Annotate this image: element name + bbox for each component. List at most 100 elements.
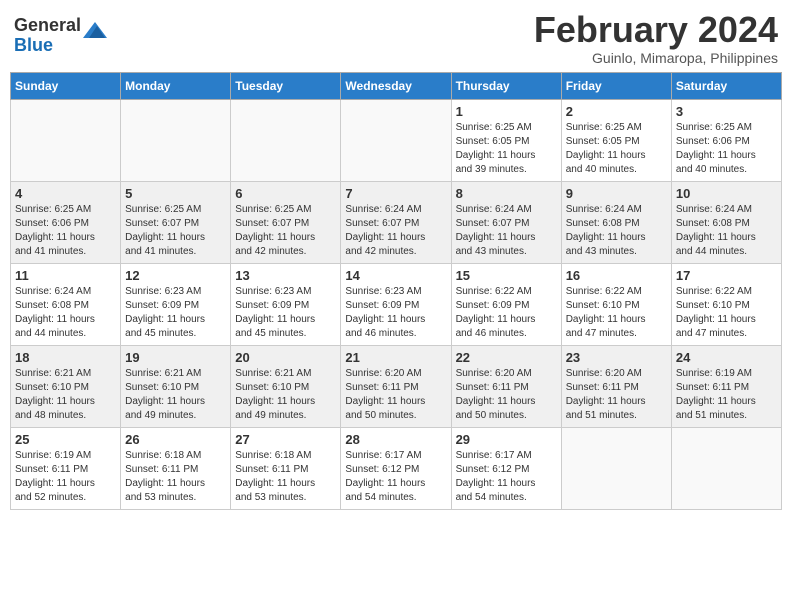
calendar-cell [11, 99, 121, 181]
calendar-cell: 28 Sunrise: 6:17 AMSunset: 6:12 PMDayligh… [341, 427, 451, 509]
day-number: 23 [566, 350, 667, 365]
day-info: Sunrise: 6:25 AMSunset: 6:07 PMDaylight:… [125, 203, 226, 259]
calendar-cell: 3Sunrise: 6:25 AMSunset: 6:06 PMDaylight… [671, 99, 781, 181]
day-info: Sunrise: 6:20 AMSunset: 6:11 PMDaylight:… [456, 367, 557, 423]
calendar-cell: 11 Sunrise: 6:24 AMSunset: 6:08 PMDayligh… [11, 263, 121, 345]
calendar-cell [231, 99, 341, 181]
day-info: Sunrise: 6:25 AMSunset: 6:07 PMDaylight:… [235, 203, 336, 259]
logo-icon [83, 18, 107, 42]
calendar-table: SundayMondayTuesdayWednesdayThursdayFrid… [10, 72, 782, 510]
calendar-title: February 2024 [534, 10, 778, 50]
calendar-subtitle: Guinlo, Mimaropa, Philippines [534, 50, 778, 66]
day-number: 22 [456, 350, 557, 365]
calendar-cell: 23 Sunrise: 6:20 AMSunset: 6:11 PMDayligh… [561, 345, 671, 427]
day-number: 26 [125, 432, 226, 447]
day-number: 21 [345, 350, 446, 365]
calendar-cell: 27 Sunrise: 6:18 AMSunset: 6:11 PMDayligh… [231, 427, 341, 509]
day-number: 16 [566, 268, 667, 283]
col-header-saturday: Saturday [671, 72, 781, 99]
day-number: 7 [345, 186, 446, 201]
calendar-cell: 9Sunrise: 6:24 AMSunset: 6:08 PMDaylight… [561, 181, 671, 263]
header-row: SundayMondayTuesdayWednesdayThursdayFrid… [11, 72, 782, 99]
day-number: 19 [125, 350, 226, 365]
calendar-cell: 20Sunrise: 6:21 AMSunset: 6:10 PMDayligh… [231, 345, 341, 427]
calendar-cell: 14 Sunrise: 6:23 AMSunset: 6:09 PMDayligh… [341, 263, 451, 345]
logo: General Blue [14, 16, 107, 56]
day-info: Sunrise: 6:25 AMSunset: 6:06 PMDaylight:… [676, 121, 777, 177]
calendar-cell: 16Sunrise: 6:22 AMSunset: 6:10 PMDayligh… [561, 263, 671, 345]
calendar-cell: 17Sunrise: 6:22 AMSunset: 6:10 PMDayligh… [671, 263, 781, 345]
day-number: 2 [566, 104, 667, 119]
calendar-row-2: 11 Sunrise: 6:24 AMSunset: 6:08 PMDayligh… [11, 263, 782, 345]
calendar-cell [671, 427, 781, 509]
day-number: 4 [15, 186, 116, 201]
day-info: Sunrise: 6:25 AMSunset: 6:06 PMDaylight:… [15, 203, 116, 259]
calendar-cell: 1 Sunrise: 6:25 AMSunset: 6:05 PMDaylight… [451, 99, 561, 181]
calendar-cell: 25Sunrise: 6:19 AMSunset: 6:11 PMDayligh… [11, 427, 121, 509]
day-number: 14 [345, 268, 446, 283]
calendar-row-0: 1 Sunrise: 6:25 AMSunset: 6:05 PMDaylight… [11, 99, 782, 181]
day-info: Sunrise: 6:24 AMSunset: 6:07 PMDaylight:… [456, 203, 557, 259]
day-number: 13 [235, 268, 336, 283]
day-number: 12 [125, 268, 226, 283]
col-header-friday: Friday [561, 72, 671, 99]
calendar-cell: 13 Sunrise: 6:23 AMSunset: 6:09 PMDayligh… [231, 263, 341, 345]
day-info: Sunrise: 6:17 AMSunset: 6:12 PMDaylight:… [345, 449, 446, 505]
day-info: Sunrise: 6:21 AMSunset: 6:10 PMDaylight:… [15, 367, 116, 423]
calendar-cell: 5 Sunrise: 6:25 AMSunset: 6:07 PMDaylight… [121, 181, 231, 263]
calendar-row-3: 18 Sunrise: 6:21 AMSunset: 6:10 PMDayligh… [11, 345, 782, 427]
day-info: Sunrise: 6:20 AMSunset: 6:11 PMDaylight:… [566, 367, 667, 423]
day-number: 18 [15, 350, 116, 365]
calendar-cell: 6 Sunrise: 6:25 AMSunset: 6:07 PMDaylight… [231, 181, 341, 263]
day-info: Sunrise: 6:18 AMSunset: 6:11 PMDaylight:… [235, 449, 336, 505]
col-header-thursday: Thursday [451, 72, 561, 99]
calendar-cell: 4 Sunrise: 6:25 AMSunset: 6:06 PMDaylight… [11, 181, 121, 263]
day-info: Sunrise: 6:20 AMSunset: 6:11 PMDaylight:… [345, 367, 446, 423]
calendar-cell: 2 Sunrise: 6:25 AMSunset: 6:05 PMDaylight… [561, 99, 671, 181]
day-number: 15 [456, 268, 557, 283]
calendar-cell [561, 427, 671, 509]
day-info: Sunrise: 6:23 AMSunset: 6:09 PMDaylight:… [345, 285, 446, 341]
day-number: 6 [235, 186, 336, 201]
calendar-cell: 26 Sunrise: 6:18 AMSunset: 6:11 PMDayligh… [121, 427, 231, 509]
day-number: 28 [345, 432, 446, 447]
day-info: Sunrise: 6:24 AMSunset: 6:07 PMDaylight:… [345, 203, 446, 259]
calendar-cell: 21 Sunrise: 6:20 AMSunset: 6:11 PMDayligh… [341, 345, 451, 427]
col-header-monday: Monday [121, 72, 231, 99]
header: General Blue February 2024 Guinlo, Mimar… [10, 10, 782, 66]
calendar-cell: 15 Sunrise: 6:22 AMSunset: 6:09 PMDayligh… [451, 263, 561, 345]
day-number: 24 [676, 350, 777, 365]
title-area: February 2024 Guinlo, Mimaropa, Philippi… [534, 10, 778, 66]
calendar-cell: 22 Sunrise: 6:20 AMSunset: 6:11 PMDayligh… [451, 345, 561, 427]
col-header-tuesday: Tuesday [231, 72, 341, 99]
day-number: 25 [15, 432, 116, 447]
day-info: Sunrise: 6:25 AMSunset: 6:05 PMDaylight:… [566, 121, 667, 177]
day-info: Sunrise: 6:18 AMSunset: 6:11 PMDaylight:… [125, 449, 226, 505]
day-info: Sunrise: 6:22 AMSunset: 6:10 PMDaylight:… [676, 285, 777, 341]
day-number: 1 [456, 104, 557, 119]
day-info: Sunrise: 6:22 AMSunset: 6:09 PMDaylight:… [456, 285, 557, 341]
col-header-sunday: Sunday [11, 72, 121, 99]
day-number: 5 [125, 186, 226, 201]
col-header-wednesday: Wednesday [341, 72, 451, 99]
calendar-row-1: 4 Sunrise: 6:25 AMSunset: 6:06 PMDaylight… [11, 181, 782, 263]
calendar-cell: 8Sunrise: 6:24 AMSunset: 6:07 PMDaylight… [451, 181, 561, 263]
day-info: Sunrise: 6:23 AMSunset: 6:09 PMDaylight:… [235, 285, 336, 341]
day-number: 9 [566, 186, 667, 201]
day-number: 29 [456, 432, 557, 447]
calendar-cell: 12Sunrise: 6:23 AMSunset: 6:09 PMDayligh… [121, 263, 231, 345]
logo-general: General [14, 16, 81, 36]
logo-blue: Blue [14, 36, 81, 56]
day-number: 11 [15, 268, 116, 283]
calendar-cell [121, 99, 231, 181]
calendar-cell: 7 Sunrise: 6:24 AMSunset: 6:07 PMDaylight… [341, 181, 451, 263]
day-info: Sunrise: 6:24 AMSunset: 6:08 PMDaylight:… [15, 285, 116, 341]
day-info: Sunrise: 6:21 AMSunset: 6:10 PMDaylight:… [235, 367, 336, 423]
day-info: Sunrise: 6:25 AMSunset: 6:05 PMDaylight:… [456, 121, 557, 177]
day-number: 27 [235, 432, 336, 447]
calendar-row-4: 25Sunrise: 6:19 AMSunset: 6:11 PMDayligh… [11, 427, 782, 509]
calendar-cell [341, 99, 451, 181]
day-number: 10 [676, 186, 777, 201]
calendar-cell: 29Sunrise: 6:17 AMSunset: 6:12 PMDayligh… [451, 427, 561, 509]
day-info: Sunrise: 6:21 AMSunset: 6:10 PMDaylight:… [125, 367, 226, 423]
